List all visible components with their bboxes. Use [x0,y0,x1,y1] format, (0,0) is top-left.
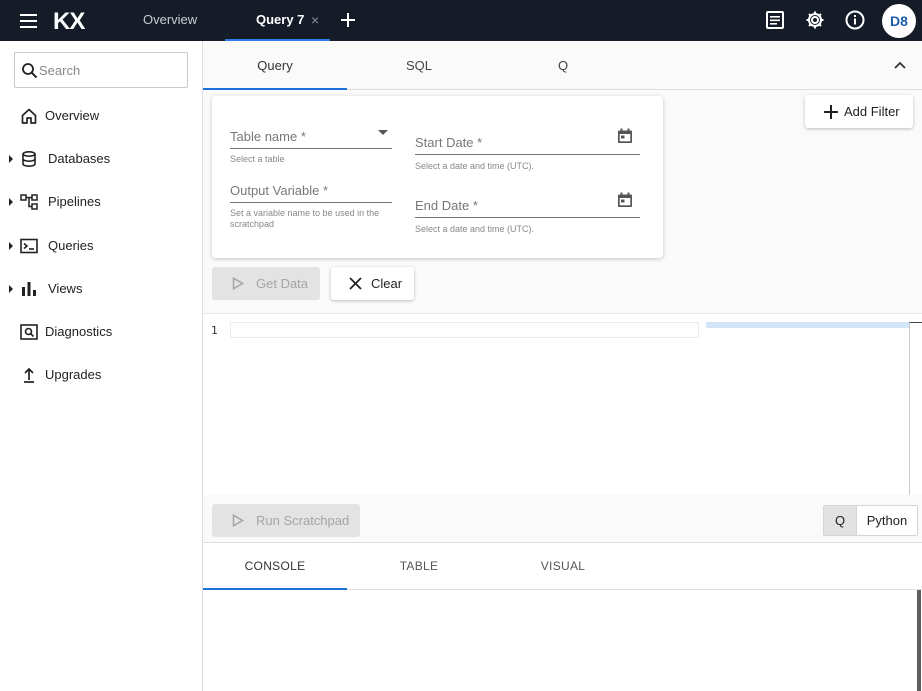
search-box[interactable] [14,52,188,88]
pipeline-icon [20,193,38,211]
console-output[interactable] [203,590,922,691]
clear-label: Clear [371,276,403,291]
editor-minimap[interactable] [706,322,909,328]
sidebar-item-upgrades[interactable]: Upgrades [0,357,202,393]
close-tab-icon[interactable]: × [311,0,319,40]
get-data-label: Get Data [256,276,309,291]
tab-sql[interactable]: SQL [347,41,491,90]
start-date-underline [415,154,640,155]
sidebar-item-overview[interactable]: Overview [0,98,202,134]
output-variable-hint: Set a variable name to be used in the sc… [230,208,380,229]
sidebar-item-label: Views [48,281,83,296]
calendar-icon[interactable] [617,128,633,144]
add-filter-button[interactable]: Add Filter [805,95,913,128]
new-tab-plus-icon[interactable] [339,11,357,29]
sidebar-item-label: Pipelines [48,194,101,209]
query-tabs: Query SQL Q [203,41,922,90]
output-variable-label: Output Variable * [230,183,329,198]
start-date-label: Start Date * [415,135,483,150]
editor-vertical-scrollbar[interactable] [909,322,922,496]
play-icon [232,514,244,527]
end-date-label: End Date * [415,198,478,213]
sidebar: Overview Databases Pipelines Queries Vie… [0,41,203,691]
table-name-hint: Select a table [230,154,285,164]
tab-query-7[interactable]: Query 7 × [225,0,330,41]
expand-caret-icon[interactable] [8,197,14,207]
output-variable-underline [230,202,392,203]
get-data-button[interactable]: Get Data [212,267,320,300]
expand-caret-icon[interactable] [8,241,14,251]
query-form-card: Table name * Select a table Output Varia… [212,96,663,258]
output-tabs: CONSOLE TABLE VISUAL [203,543,922,590]
calendar-icon[interactable] [617,192,633,208]
user-avatar[interactable]: D8 [882,4,916,38]
sidebar-item-pipelines[interactable]: Pipelines [0,184,202,220]
scratchpad-action-bar: Run Scratchpad Q Python [203,495,922,543]
console-scrollbar-thumb[interactable] [917,590,921,691]
tab-q[interactable]: Q [491,41,635,90]
tab-query-7-label: Query 7 [256,12,305,27]
collapse-chevron-up-icon[interactable] [893,60,907,70]
sidebar-item-diagnostics[interactable]: Diagnostics [0,314,202,350]
sidebar-item-label: Overview [45,108,100,123]
hamburger-menu-icon[interactable] [19,13,39,29]
tab-query[interactable]: Query [203,41,347,90]
run-scratchpad-label: Run Scratchpad [256,513,350,528]
document-icon[interactable] [765,10,785,30]
upload-icon [20,366,38,384]
start-date-hint: Select a date and time (UTC). [415,161,535,171]
expand-caret-icon[interactable] [8,284,14,294]
search-icon [21,62,38,79]
tab-visual[interactable]: VISUAL [491,543,635,590]
terminal-icon [20,237,38,255]
sidebar-item-label: Diagnostics [45,324,113,339]
end-date-hint: Select a date and time (UTC). [415,224,535,234]
play-icon [232,277,244,290]
sidebar-item-queries[interactable]: Queries [0,228,202,264]
sidebar-item-label: Upgrades [45,367,102,382]
dropdown-arrow-icon[interactable] [378,130,388,136]
tab-table[interactable]: TABLE [347,543,491,590]
search-input[interactable] [39,61,179,79]
kx-logo[interactable]: KX [53,8,85,36]
main-panel: Query SQL Q Table name * Select a table … [203,41,922,691]
gear-icon[interactable] [805,10,825,30]
top-bar: KX Overview Query 7 × D8 [0,0,922,41]
run-scratchpad-button[interactable]: Run Scratchpad [212,504,360,537]
diagnostics-icon [20,323,38,341]
scratchpad-editor[interactable]: 1 [203,313,922,496]
plus-icon [824,105,838,119]
lang-option-python[interactable]: Python [856,506,917,535]
tab-overview[interactable]: Overview [143,0,197,41]
language-toggle: Q Python [823,505,918,536]
expand-caret-icon[interactable] [8,154,14,164]
clear-button[interactable]: Clear [331,267,414,300]
bar-chart-icon [20,280,38,298]
current-line-highlight [230,322,699,338]
tab-console[interactable]: CONSOLE [203,543,347,590]
add-filter-label: Add Filter [844,104,900,119]
line-number: 1 [211,324,218,337]
end-date-underline [415,217,640,218]
database-icon [20,150,38,168]
table-name-underline [230,148,392,149]
close-icon [349,277,362,290]
info-icon[interactable] [845,10,865,30]
sidebar-item-databases[interactable]: Databases [0,141,202,177]
sidebar-item-views[interactable]: Views [0,271,202,307]
sidebar-item-label: Databases [48,151,111,166]
sidebar-item-label: Queries [48,238,94,253]
lang-option-q[interactable]: Q [824,506,856,535]
home-icon [20,107,38,125]
table-name-label: Table name * [230,129,306,144]
